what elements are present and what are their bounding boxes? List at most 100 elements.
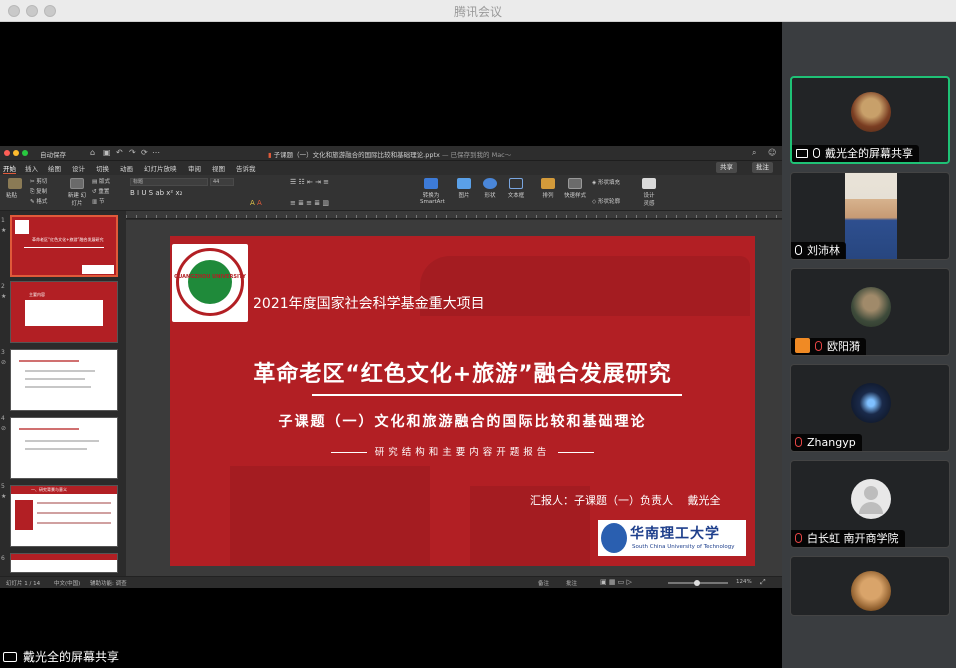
participant-tile[interactable]: [790, 556, 950, 616]
thumb-content-box: [25, 300, 103, 326]
notes-button[interactable]: 备注: [538, 579, 549, 587]
tab-animations[interactable]: 动画: [120, 163, 133, 173]
ruler-tick: [216, 215, 217, 218]
search-icon[interactable]: ⌕: [752, 148, 756, 158]
shared-screen-area[interactable]: 自动保存 ⌂ ▣ ↶ ↷ ⟳ ⋯ ▮ 子课题（一）文化和旅游融合的国际比较和基础…: [0, 22, 782, 668]
tab-draw[interactable]: 绘图: [48, 163, 61, 173]
zoom-slider[interactable]: [668, 580, 728, 586]
slide-thumbnail-5[interactable]: 一、研究背景与意义: [10, 485, 118, 547]
paste-button[interactable]: 粘贴: [6, 178, 24, 199]
title-divider: [312, 394, 682, 396]
tab-design[interactable]: 设计: [72, 163, 85, 173]
picture-icon: [457, 178, 471, 189]
slide-thumbnail-6[interactable]: [10, 553, 118, 573]
ppt-zoom-dot[interactable]: [22, 150, 28, 156]
avatar: [851, 287, 891, 327]
tab-tell-me[interactable]: 告诉我: [236, 163, 256, 173]
slide-thumbnail-3[interactable]: [10, 349, 118, 411]
participant-name: 欧阳漪: [791, 338, 866, 355]
project-line[interactable]: 2021年度国家社会科学基金重大项目: [253, 293, 485, 313]
cut-button[interactable]: ✂ 剪切: [30, 177, 47, 185]
slide-thumbnail-pane[interactable]: 1 ★ 革命老区“红色文化+旅游”融合发展研究 2 ★ 主要内容 3 ⊘ 4 ⊘…: [0, 211, 126, 576]
participant-tile[interactable]: 欧阳漪: [790, 268, 950, 356]
slide-canvas[interactable]: GUANGZHOU UNIVERSITY 2021年度国家社会科学基金重大项目 …: [126, 220, 782, 576]
font-size-field[interactable]: 44: [210, 178, 234, 186]
tab-transitions[interactable]: 切换: [96, 163, 109, 173]
zoom-level[interactable]: 124%: [736, 579, 752, 585]
tab-slideshow[interactable]: 幻灯片放映: [144, 163, 177, 173]
copy-button[interactable]: ⎘ 复制: [30, 187, 47, 196]
slide-title[interactable]: 革命老区“红色文化+旅游”融合发展研究: [170, 356, 755, 388]
more-icon[interactable]: ⋯: [152, 148, 160, 157]
ruler-tick: [166, 215, 167, 218]
current-slide[interactable]: GUANGZHOU UNIVERSITY 2021年度国家社会科学基金重大项目 …: [170, 236, 755, 566]
layout-button[interactable]: ▤ 版式: [92, 177, 110, 185]
list-buttons[interactable]: ☰ ☷ ⇤ ⇥ ≡: [290, 178, 329, 186]
ruler-tick: [256, 215, 257, 218]
designer-button[interactable]: 设计 灵感: [640, 178, 658, 207]
section-button[interactable]: ▥ 节: [92, 197, 104, 205]
format-painter-button[interactable]: ✎ 格式: [30, 197, 47, 205]
participant-tile[interactable]: 戴光全的屏幕共享: [790, 76, 950, 164]
autosave-label[interactable]: 自动保存: [40, 149, 66, 159]
ruler-tick: [366, 215, 367, 218]
ruler-tick: [156, 215, 157, 218]
shape-fill-button[interactable]: ◈ 形状填充: [592, 178, 620, 186]
ppt-close-dot[interactable]: [4, 150, 10, 156]
shape-button[interactable]: 形状: [482, 178, 498, 199]
new-slide-button[interactable]: 新建 幻灯片: [66, 178, 88, 207]
tab-insert[interactable]: 插入: [25, 163, 38, 173]
home-icon[interactable]: ⌂: [90, 148, 95, 157]
tab-view[interactable]: 视图: [212, 163, 225, 173]
shape-outline-button[interactable]: ◇ 形状轮廓: [592, 197, 620, 205]
slide-thumbnail-4[interactable]: [10, 417, 118, 479]
share-button[interactable]: 共享: [716, 162, 737, 173]
view-buttons[interactable]: ▣ ▦ ▭ ▷: [600, 578, 632, 586]
participant-tile[interactable]: 白长虹 南开商学院: [790, 460, 950, 548]
ruler-tick: [566, 215, 567, 218]
tab-home[interactable]: 开始: [3, 163, 16, 174]
font-format-buttons[interactable]: B I U S ab x² x₂: [130, 189, 182, 197]
ruler-tick: [646, 215, 647, 218]
slide-subtitle-2[interactable]: 研究结构和主要内容开题报告: [170, 444, 755, 458]
slide-thumbnail-2[interactable]: 主要内容: [10, 281, 118, 343]
align-buttons[interactable]: ≡ ≣ ≡ ≣ ▥: [290, 199, 329, 207]
ruler-tick: [696, 215, 697, 218]
participant-tile[interactable]: Zhangyp: [790, 364, 950, 452]
participant-tile[interactable]: 刘沛林: [790, 172, 950, 260]
ruler-tick: [266, 215, 267, 218]
mic-icon: [813, 148, 820, 158]
save-icon[interactable]: ▣: [103, 148, 111, 157]
language-indicator[interactable]: 中文(中国): [54, 579, 80, 587]
undo-icon[interactable]: ↶: [116, 148, 123, 157]
avatar: [851, 92, 891, 132]
zoom-knob[interactable]: [694, 580, 700, 586]
quick-styles-button[interactable]: 快速样式: [562, 178, 588, 199]
slide-thumbnail-1[interactable]: 革命老区“红色文化+旅游”融合发展研究: [10, 215, 118, 277]
convert-smartart-button[interactable]: 转换为 SmartArt: [420, 178, 445, 205]
tab-review[interactable]: 审阅: [188, 163, 201, 173]
ruler-tick: [766, 215, 767, 218]
font-color-button[interactable]: A A: [250, 199, 262, 207]
slide-subtitle[interactable]: 子课题（一）文化和旅游融合的国际比较和基础理论: [170, 411, 755, 431]
fit-slide-icon[interactable]: ⤢: [760, 578, 766, 587]
redo-icon[interactable]: ↷: [129, 148, 136, 157]
slide-number: 4: [1, 415, 5, 422]
font-name-field[interactable]: 标题: [130, 178, 208, 186]
comments-button[interactable]: 批注: [752, 162, 773, 173]
ruler-tick: [736, 215, 737, 218]
reset-button[interactable]: ↺ 重置: [92, 187, 109, 195]
arrange-button[interactable]: 排列: [540, 178, 556, 199]
mic-icon: [795, 245, 802, 255]
repeat-icon[interactable]: ⟳: [141, 148, 148, 157]
participant-panel[interactable]: 戴光全的屏幕共享 刘沛林 欧阳漪 Zhangyp 白长虹 南开商学院: [782, 22, 956, 668]
picture-button[interactable]: 图片: [456, 178, 472, 199]
reporter-line[interactable]: 汇报人：子课题（一）负责人 戴光全: [530, 492, 721, 508]
ruler-tick: [576, 215, 577, 218]
thumb-line: [37, 522, 111, 524]
textbox-button[interactable]: 文本框: [506, 178, 526, 199]
accessibility-indicator[interactable]: 辅助功能: 调查: [90, 579, 127, 587]
ppt-minimize-dot[interactable]: [13, 150, 19, 156]
account-icon[interactable]: ☺: [768, 148, 776, 157]
comments-toggle[interactable]: 批注: [566, 579, 577, 587]
